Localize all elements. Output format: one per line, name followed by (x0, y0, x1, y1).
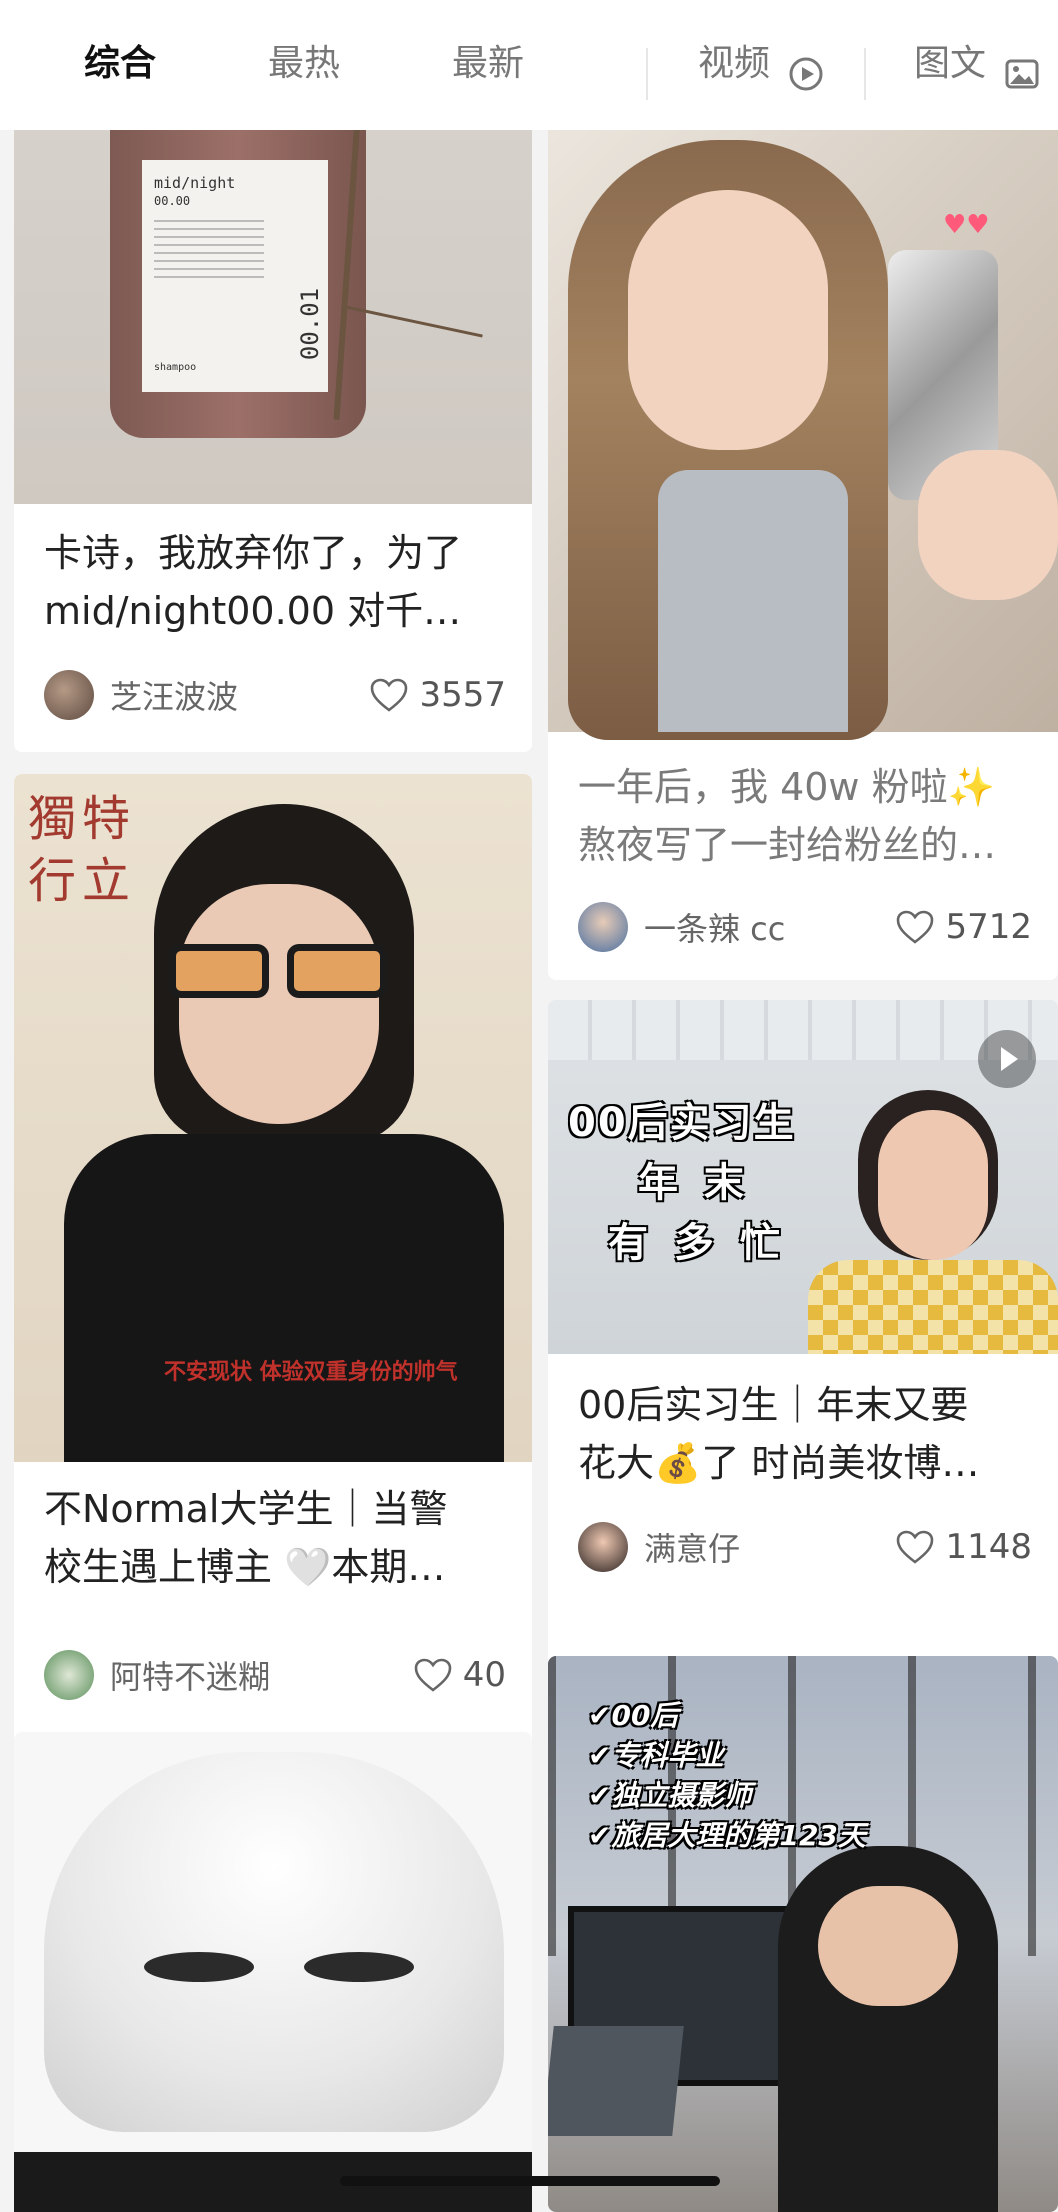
video-badge (978, 1030, 1036, 1088)
like-count: 40 (462, 1655, 506, 1695)
black-sweater (64, 1134, 504, 1462)
title-line: 卡诗，我放弃你了，为了 (44, 531, 463, 575)
post-title[interactable]: 不Normal大学生｜当警 校生遇上博主 🤍本期… (44, 1480, 506, 1596)
heart-icon (897, 910, 934, 944)
label-product: shampoo (154, 362, 197, 373)
post-card[interactable]: mid/night 00.00 shampoo 00.01 卡诗，我放弃你了，为… (14, 130, 532, 752)
tab-divider (864, 48, 866, 100)
tab-divider (646, 48, 648, 100)
like-count: 1148 (945, 1527, 1032, 1567)
post-image[interactable] (14, 1732, 532, 2212)
post-meta: 一条辣 cc 5712 (578, 900, 1032, 954)
like-button[interactable]: 1148 (895, 1527, 1032, 1567)
tab-video[interactable]: 视频 (698, 46, 770, 82)
post-image[interactable]: ✔00后 ✔专科毕业 ✔独立摄影师 ✔旅居大理的第123天 (548, 1656, 1058, 2212)
title-line: 一年后，我 40w 粉啦✨ (578, 765, 995, 809)
post-image[interactable]: mid/night 00.00 shampoo 00.01 (14, 130, 532, 504)
like-button[interactable]: 3557 (369, 675, 506, 715)
image-icon (1005, 59, 1039, 89)
top-tab-bar: 综合 最热 最新 视频 图文 (0, 0, 1058, 130)
post-title[interactable]: 一年后，我 40w 粉啦✨ 熬夜写了一封给粉丝的… (578, 758, 1032, 874)
checklist-item: ✔专科毕业 (588, 1739, 724, 1772)
like-button[interactable]: 5712 (895, 907, 1032, 947)
title-line: 花大💰了 时尚美妆博… (578, 1441, 980, 1485)
post-image[interactable]: ♥♥ (548, 130, 1058, 740)
tab-comprehensive[interactable]: 综合 (84, 46, 156, 82)
overlay-line: 年 末 (638, 1160, 750, 1206)
tab-newest[interactable]: 最新 (452, 46, 524, 82)
label-brand: mid/night (154, 174, 236, 192)
face (878, 1110, 988, 1260)
title-line: 00后实习生｜年末又要 (578, 1383, 969, 1427)
tab-hottest[interactable]: 最热 (268, 46, 340, 82)
title-line: 熬夜写了一封给粉丝的… (578, 823, 997, 867)
post-card[interactable] (14, 1732, 532, 2212)
home-indicator[interactable] (340, 2176, 720, 2186)
laptop (548, 2026, 684, 2136)
play-icon (1001, 1047, 1018, 1071)
avatar[interactable] (44, 1650, 94, 1700)
avatar[interactable] (578, 902, 628, 952)
author-name[interactable]: 芝汪波波 (110, 672, 369, 718)
post-title[interactable]: 卡诗，我放弃你了，为了 mid/night00.00 对千… (44, 524, 506, 640)
heart-sticker: ♥♥ (943, 210, 990, 240)
avatar[interactable] (578, 1522, 628, 1572)
post-meta: 满意仔 1148 (578, 1520, 1032, 1574)
label-side: 00.01 (296, 287, 325, 361)
post-feed: mid/night 00.00 shampoo 00.01 卡诗，我放弃你了，为… (0, 130, 1058, 2212)
calligraphy-text: 獨特行立 (28, 791, 137, 909)
title-line: 校生遇上博主 🤍本期… (44, 1545, 446, 1589)
checklist-overlay: ✔00后 ✔专科毕业 ✔独立摄影师 ✔旅居大理的第123天 (588, 1696, 866, 1856)
post-image[interactable]: 00后实习生 年 末 有 多 忙 (548, 1000, 1058, 1354)
illustrated-eye (304, 1952, 414, 1982)
author-name[interactable]: 阿特不迷糊 (110, 1652, 413, 1698)
heart-icon (371, 678, 408, 712)
post-card[interactable]: ✔00后 ✔专科毕业 ✔独立摄影师 ✔旅居大理的第123天 (548, 1656, 1058, 2212)
author-name[interactable]: 一条辣 cc (644, 904, 895, 950)
like-count: 5712 (945, 907, 1032, 947)
bottle-label: mid/night 00.00 shampoo 00.01 (142, 160, 328, 392)
heart-icon (414, 1658, 452, 1692)
checklist-item: ✔00后 (588, 1699, 679, 1732)
illustrated-eye (144, 1952, 254, 1982)
overlay-line: 00后实习生 (568, 1100, 796, 1146)
checklist-item: ✔旅居大理的第123天 (588, 1819, 866, 1852)
avatar[interactable] (44, 670, 94, 720)
like-button[interactable]: 40 (413, 1655, 506, 1695)
face (179, 884, 379, 1124)
post-title[interactable]: 00后实习生｜年末又要 花大💰了 时尚美妆博… (578, 1376, 1032, 1492)
sunglasses (159, 944, 399, 998)
post-meta: 芝汪波波 3557 (44, 668, 506, 722)
post-card[interactable]: 00后实习生 年 末 有 多 忙 00后实习生｜年末又要 花大💰了 时尚美妆博…… (548, 1000, 1058, 1766)
checklist-item: ✔独立摄影师 (588, 1779, 752, 1812)
face (628, 190, 828, 450)
post-card[interactable]: 獨特行立 不安现状 体验双重身份的帅气 不Normal大学生｜当警 校生遇上博主… (14, 774, 532, 1748)
hand (918, 450, 1058, 600)
post-image[interactable]: 獨特行立 不安现状 体验双重身份的帅气 (14, 774, 532, 1462)
top-garment (658, 470, 848, 732)
post-card[interactable]: ♥♥ 一年后，我 40w 粉啦✨ 熬夜写了一封给粉丝的… 一条辣 cc 5712 (548, 130, 1058, 980)
label-fine-print (154, 220, 264, 280)
author-name[interactable]: 满意仔 (644, 1524, 895, 1570)
checkered-top (808, 1260, 1058, 1354)
title-line: mid/night00.00 对千… (44, 589, 462, 633)
post-meta: 阿特不迷糊 40 (44, 1648, 506, 1702)
illustrated-hair (44, 1752, 504, 2132)
title-line: 不Normal大学生｜当警 (44, 1487, 448, 1531)
label-sub: 00.00 (154, 194, 191, 208)
face (818, 1886, 958, 2006)
overlay-line: 有 多 忙 (608, 1220, 786, 1266)
heart-icon (897, 1530, 934, 1564)
play-circle-icon (789, 57, 823, 91)
tab-image-text[interactable]: 图文 (914, 46, 986, 82)
like-count: 3557 (419, 675, 506, 715)
image-caption: 不安现状 体验双重身份的帅气 (164, 1360, 458, 1385)
